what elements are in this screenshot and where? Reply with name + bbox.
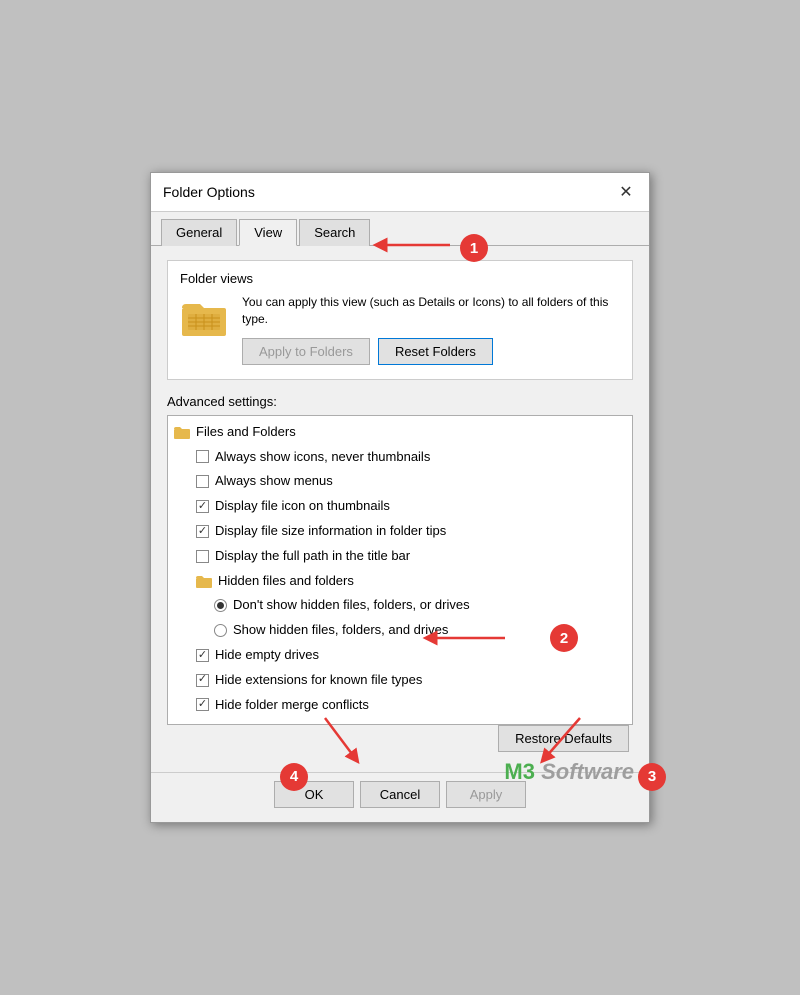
tab-content: Folder views xyxy=(151,246,649,772)
checkbox-display-file-size[interactable] xyxy=(196,525,209,538)
checkbox-always-show-icons[interactable] xyxy=(196,450,209,463)
advanced-settings-label: Advanced settings: xyxy=(167,394,633,409)
folder-icon-large xyxy=(180,294,228,342)
list-item[interactable]: Show hidden files, folders, and drives xyxy=(168,618,632,643)
reset-folders-button[interactable]: Reset Folders xyxy=(378,338,493,365)
item-label: Always show icons, never thumbnails xyxy=(215,447,430,468)
cancel-button[interactable]: Cancel xyxy=(360,781,440,808)
list-item: Hidden files and folders xyxy=(168,569,632,594)
tab-general[interactable]: General xyxy=(161,219,237,246)
item-label: Don't show hidden files, folders, or dri… xyxy=(233,595,470,616)
apply-to-folders-button[interactable]: Apply to Folders xyxy=(242,338,370,365)
radio-dont-show-hidden[interactable] xyxy=(214,599,227,612)
item-label: Show hidden files, folders, and drives xyxy=(233,620,448,641)
checkbox-always-show-menus[interactable] xyxy=(196,475,209,488)
list-item[interactable]: Don't show hidden files, folders, or dri… xyxy=(168,593,632,618)
dialog-footer: OK Cancel Apply xyxy=(151,772,649,822)
close-button[interactable]: ✕ xyxy=(615,181,637,203)
list-item[interactable]: Display file icon on thumbnails xyxy=(168,494,632,519)
item-label: Always show menus xyxy=(215,471,333,492)
checkbox-hide-merge-conflicts[interactable] xyxy=(196,698,209,711)
restore-defaults-button[interactable]: Restore Defaults xyxy=(498,725,629,752)
title-bar: Folder Options ✕ xyxy=(151,173,649,212)
restore-defaults-row: Restore Defaults xyxy=(167,725,633,752)
list-item[interactable]: Always show menus xyxy=(168,469,632,494)
folder-views-desc: You can apply this view (such as Details… xyxy=(242,294,620,328)
settings-list[interactable]: Files and Folders Always show icons, nev… xyxy=(167,415,633,725)
item-label: Hide empty drives xyxy=(215,645,319,666)
folder-options-dialog: Folder Options ✕ General View Search Fol… xyxy=(150,172,650,823)
list-item[interactable]: Display the full path in the title bar xyxy=(168,544,632,569)
folder-views-buttons: Apply to Folders Reset Folders xyxy=(242,338,620,365)
list-item[interactable]: Always show icons, never thumbnails xyxy=(168,445,632,470)
list-item: Files and Folders xyxy=(168,420,632,445)
advanced-settings-section: Advanced settings: Files and Folders Alw xyxy=(167,394,633,752)
folder-views-section: Folder views xyxy=(167,260,633,380)
item-label: Files and Folders xyxy=(196,422,296,443)
folder-views-right: You can apply this view (such as Details… xyxy=(242,294,620,365)
tabs-bar: General View Search xyxy=(151,212,649,246)
item-label: Hide folder merge conflicts xyxy=(215,695,369,716)
folder-views-row: You can apply this view (such as Details… xyxy=(180,294,620,365)
ok-button[interactable]: OK xyxy=(274,781,354,808)
dialog-title: Folder Options xyxy=(163,184,255,200)
item-label: Hidden files and folders xyxy=(218,571,354,592)
tab-view[interactable]: View xyxy=(239,219,297,246)
item-label: Hide extensions for known file types xyxy=(215,670,422,691)
apply-button[interactable]: Apply xyxy=(446,781,526,808)
list-item[interactable]: Hide folder merge conflicts xyxy=(168,693,632,718)
checkbox-display-full-path[interactable] xyxy=(196,550,209,563)
checkbox-hide-extensions[interactable] xyxy=(196,674,209,687)
item-label: Display file size information in folder … xyxy=(215,521,446,542)
folder-views-label: Folder views xyxy=(180,271,620,286)
tab-search[interactable]: Search xyxy=(299,219,370,246)
checkbox-display-file-icon[interactable] xyxy=(196,500,209,513)
list-item[interactable]: Hide extensions for known file types xyxy=(168,668,632,693)
item-label: Display the full path in the title bar xyxy=(215,546,410,567)
list-item[interactable]: Hide empty drives xyxy=(168,643,632,668)
radio-show-hidden[interactable] xyxy=(214,624,227,637)
item-label: Display file icon on thumbnails xyxy=(215,496,390,517)
list-item[interactable]: Display file size information in folder … xyxy=(168,519,632,544)
checkbox-hide-empty-drives[interactable] xyxy=(196,649,209,662)
